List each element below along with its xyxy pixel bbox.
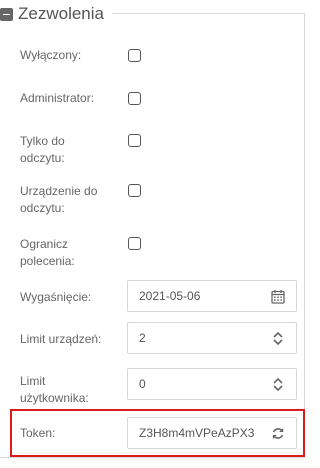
- readonly-label: Tylko do odczytu:: [20, 134, 65, 165]
- user-limit-value: 0: [139, 377, 146, 391]
- expiry-label: Wygaśnięcie:: [20, 290, 92, 304]
- limit-commands-checkbox[interactable]: [128, 237, 141, 250]
- disabled-row: Wyłączony:: [20, 47, 118, 64]
- token-value: Z3H8m4mVPeAzPX3: [139, 426, 255, 440]
- device-limit-input[interactable]: 2: [127, 322, 297, 354]
- device-readonly-checkbox[interactable]: [128, 184, 141, 197]
- user-limit-input[interactable]: 0: [127, 368, 297, 400]
- admin-label: Administrator:: [20, 91, 95, 105]
- device-limit-row: Limit urządzeń:: [20, 331, 118, 348]
- spinner-arrows-icon[interactable]: [271, 377, 285, 392]
- expiry-date-input[interactable]: 2021-05-06: [127, 280, 297, 312]
- token-row: Token:: [20, 425, 118, 442]
- token-input[interactable]: Z3H8m4mVPeAzPX3: [127, 417, 297, 449]
- readonly-row: Tylko do odczytu:: [20, 133, 90, 167]
- limit-commands-label: Ogranicz polecenia:: [20, 237, 75, 268]
- readonly-checkbox[interactable]: [128, 134, 141, 147]
- user-limit-row: Limit użytkownika:: [20, 373, 90, 407]
- permissions-legend[interactable]: Zezwolenia: [0, 3, 112, 25]
- section-title: Zezwolenia: [18, 4, 104, 23]
- refresh-icon[interactable]: [271, 426, 285, 441]
- disabled-checkbox[interactable]: [128, 49, 141, 62]
- limit-commands-row: Ogranicz polecenia:: [20, 236, 90, 270]
- admin-row: Administrator:: [20, 90, 118, 107]
- device-readonly-row: Urządzenie do odczytu:: [20, 183, 118, 217]
- device-limit-label: Limit urządzeń:: [20, 332, 102, 346]
- device-readonly-label: Urządzenie do odczytu:: [20, 184, 98, 215]
- disabled-label: Wyłączony:: [20, 48, 82, 62]
- spinner-arrows-icon[interactable]: [271, 331, 285, 346]
- expiry-value: 2021-05-06: [139, 289, 201, 303]
- calendar-icon[interactable]: [271, 289, 285, 304]
- device-limit-value: 2: [139, 331, 146, 345]
- minus-square-icon[interactable]: [0, 7, 13, 21]
- expiry-row: Wygaśnięcie:: [20, 289, 118, 306]
- admin-checkbox[interactable]: [128, 92, 141, 105]
- token-label: Token:: [20, 426, 56, 440]
- user-limit-label: Limit użytkownika:: [20, 374, 89, 405]
